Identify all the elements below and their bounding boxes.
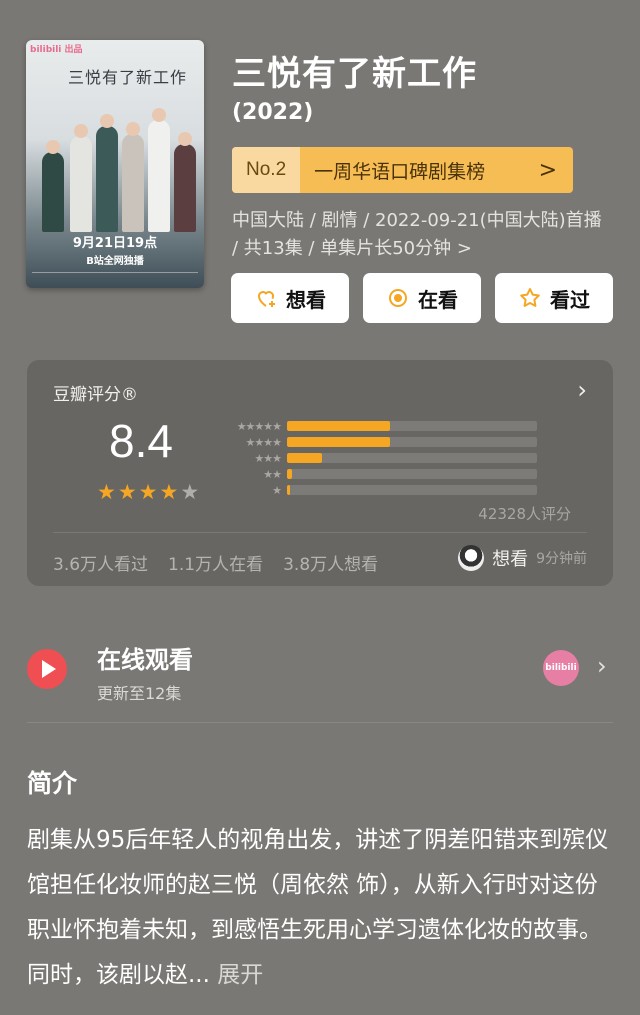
friend-activity[interactable]: 想看 9分钟前 — [458, 545, 587, 571]
divider — [53, 532, 587, 533]
poster-figure-head — [126, 122, 140, 136]
star-outline-icon — [520, 288, 540, 307]
poster-image[interactable]: bilibili 出品 三悦有了新工作 9月21日19点 B站全网独播 — [26, 40, 204, 288]
rating-stars: ★ ★ ★ ★ ★ — [97, 482, 199, 503]
rating-bar-row: ★ — [223, 482, 537, 498]
friend-action: 想看 — [492, 549, 529, 570]
rating-bar-track — [287, 469, 537, 479]
rating-bar-stars: ★ — [272, 483, 282, 497]
action-bar: 想看 在看 看过 — [231, 273, 613, 323]
rating-distribution: ★★★★★ ★★★★ ★★★ ★★ ★ — [223, 418, 537, 498]
rating-bar-fill — [287, 421, 390, 431]
friend-time: 9分钟前 — [536, 551, 587, 567]
poster-figure — [70, 136, 92, 232]
avatar — [458, 545, 485, 571]
poster-figure — [174, 144, 196, 232]
poster-date: 9月21日19点 — [72, 236, 158, 251]
rating-bar-row: ★★★★★ — [223, 418, 537, 434]
rating-bar-stars: ★★★ — [254, 451, 282, 465]
poster-figure-head — [152, 108, 166, 122]
expand-link[interactable]: 展开 — [217, 962, 263, 988]
poster-title: 三悦有了新工作 — [68, 68, 188, 87]
rating-bar-stars: ★★★★★ — [236, 419, 282, 433]
chevron-right-icon[interactable]: › — [577, 376, 587, 404]
watching-button[interactable]: 在看 — [363, 273, 481, 323]
synopsis-body: 剧集从95后年轻人的视角出发，讲述了阴差阳错来到殡仪馆担任化妆师的赵三悦（周依然… — [27, 827, 609, 988]
poster-figure-head — [46, 140, 60, 154]
watching-label: 在看 — [418, 287, 458, 312]
poster-platform: B站全网独播 — [86, 256, 144, 267]
rating-stats: 3.6万人看过 1.1万人在看 3.8万人想看 — [53, 550, 378, 575]
watched-button[interactable]: 看过 — [495, 273, 613, 323]
divider — [27, 722, 613, 723]
rating-bar-track — [287, 485, 537, 495]
release-year: (2022) — [232, 100, 314, 125]
play-icon — [27, 649, 67, 689]
rating-bar-fill — [287, 485, 290, 495]
watch-online-row[interactable]: 在线观看 更新至12集 bilibili › — [27, 636, 613, 706]
rating-score: 8.4 — [109, 415, 173, 467]
target-circle-icon — [389, 289, 407, 307]
watched-label: 看过 — [550, 287, 590, 312]
rating-bar-fill — [287, 437, 390, 447]
rating-bar-track — [287, 453, 537, 463]
rating-bar-stars: ★★★★ — [245, 435, 282, 449]
stat-want[interactable]: 3.8万人想看 — [283, 550, 378, 575]
show-meta[interactable]: 中国大陆 / 剧情 / 2022-09-21(中国大陆)首播 / 共13集 / … — [232, 207, 612, 263]
star-filled-icon: ★ — [97, 480, 116, 504]
rating-bar-fill — [287, 453, 322, 463]
poster-figure — [122, 134, 144, 232]
chevron-right-icon: > — [538, 157, 557, 183]
synopsis-text: 剧集从95后年轻人的视角出发，讲述了阴差阳错来到殡仪馆担任化妆师的赵三悦（周依然… — [27, 818, 617, 998]
poster-figure-head — [74, 124, 88, 138]
rating-card[interactable]: 豆瓣评分® › 8.4 ★ ★ ★ ★ ★ ★★★★★ ★★★★ ★★★ ★★ ★ 42328人… — [27, 360, 613, 586]
rating-bar-row: ★★ — [223, 466, 537, 482]
rating-bar-row: ★★★ — [223, 450, 537, 466]
rank-label: 一周华语口碑剧集榜 — [314, 160, 486, 183]
poster-figure — [148, 120, 170, 232]
poster-badge: bilibili 出品 — [30, 45, 83, 55]
rating-bar-fill — [287, 469, 292, 479]
star-filled-icon: ★ — [138, 480, 158, 504]
star-filled-icon: ★ — [117, 480, 137, 504]
stat-watched[interactable]: 3.6万人看过 — [53, 550, 148, 575]
bilibili-logo-icon: bilibili — [543, 650, 579, 686]
rank-number: No.2 — [232, 147, 301, 193]
rank-badge[interactable]: No.2 一周华语口碑剧集榜 > — [232, 147, 573, 193]
watch-subtitle: 更新至12集 — [97, 684, 182, 703]
rating-bar-row: ★★★★ — [223, 434, 537, 450]
star-filled-icon: ★ — [159, 480, 179, 504]
synopsis-title: 简介 — [27, 769, 78, 798]
poster-figure-head — [100, 114, 114, 128]
poster-figure — [42, 152, 64, 232]
rating-count: 42328人评分 — [478, 505, 571, 523]
page-title: 三悦有了新工作 — [232, 54, 477, 94]
chevron-right-icon: › — [597, 652, 607, 680]
poster-credits — [32, 272, 198, 280]
rating-bar-stars: ★★ — [263, 467, 282, 481]
rating-title: 豆瓣评分® — [53, 385, 138, 405]
watch-title: 在线观看 — [97, 646, 193, 674]
heart-plus-icon — [257, 291, 275, 307]
want-to-watch-label: 想看 — [286, 287, 326, 312]
poster-figure-head — [178, 132, 192, 146]
want-to-watch-button[interactable]: 想看 — [231, 273, 349, 323]
star-empty-icon: ★ — [180, 480, 200, 504]
rating-bar-track — [287, 421, 537, 431]
rating-bar-track — [287, 437, 537, 447]
stat-watching[interactable]: 1.1万人在看 — [168, 550, 263, 575]
poster-figure — [96, 126, 118, 232]
